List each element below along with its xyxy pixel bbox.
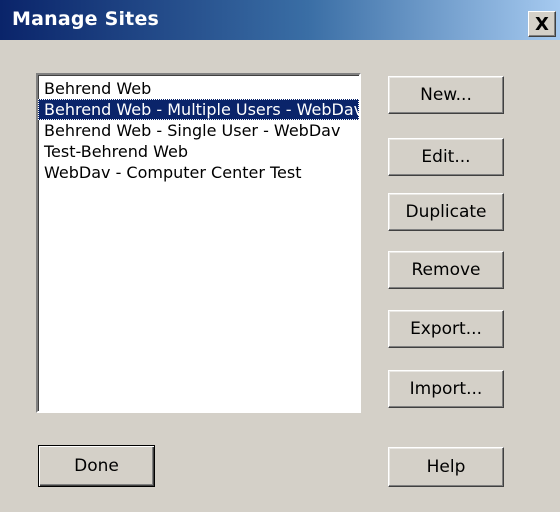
help-button[interactable]: Help [388, 447, 504, 487]
import-button[interactable]: Import... [388, 370, 504, 408]
remove-button[interactable]: Remove [388, 251, 504, 289]
site-list-item[interactable]: WebDav - Computer Center Test [38, 162, 359, 183]
site-list-item[interactable]: Test-Behrend Web [38, 141, 359, 162]
sites-listbox[interactable]: Behrend Web Behrend Web - Multiple Users… [36, 73, 361, 413]
site-list-item[interactable]: Behrend Web - Single User - WebDav [38, 120, 359, 141]
window-title: Manage Sites [12, 8, 160, 30]
export-button[interactable]: Export... [388, 310, 504, 348]
edit-button[interactable]: Edit... [388, 138, 504, 176]
close-button[interactable]: X [528, 11, 556, 37]
site-list-item-selected[interactable]: Behrend Web - Multiple Users - WebDav [38, 99, 359, 120]
title-bar[interactable]: Manage Sites X [0, 0, 560, 40]
new-button[interactable]: New... [388, 76, 504, 114]
done-button[interactable]: Done [38, 445, 155, 487]
manage-sites-dialog: Manage Sites X Behrend Web Behrend Web -… [0, 0, 560, 512]
site-list-item[interactable]: Behrend Web [38, 78, 359, 99]
duplicate-button[interactable]: Duplicate [388, 193, 504, 231]
close-icon: X [535, 13, 549, 35]
